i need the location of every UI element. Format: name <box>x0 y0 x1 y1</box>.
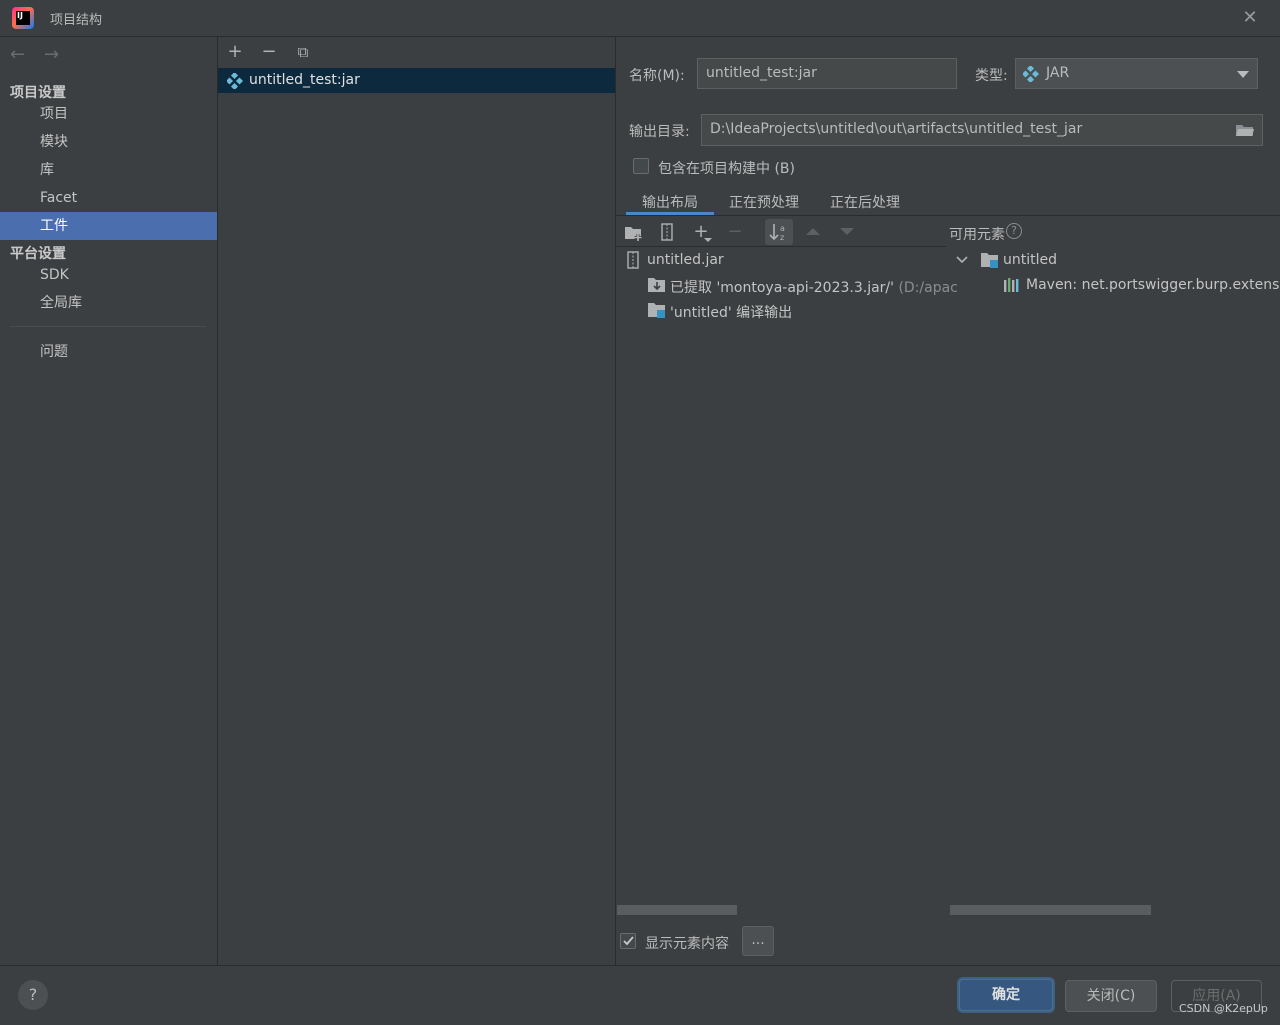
show-content-label: 显示元素内容 <box>645 936 729 952</box>
available-elements-label: 可用元素 <box>949 227 1005 243</box>
tabs-divider <box>616 215 1280 216</box>
output-dir-input[interactable]: D:\IdeaProjects\untitled\out\artifacts\u… <box>701 114 1263 146</box>
compile-output-entry[interactable]: 'untitled' 编译输出 <box>670 302 792 322</box>
tab-post-processing[interactable]: 正在后处理 <box>830 192 900 212</box>
sidebar-item-problems[interactable]: 问题 <box>0 338 217 366</box>
output-dir-label: 输出目录: <box>629 124 690 140</box>
module-output-folder-icon <box>648 303 665 318</box>
chevron-expand-icon[interactable] <box>955 254 969 266</box>
show-content-checkbox[interactable] <box>620 933 636 949</box>
close-window-icon[interactable]: ✕ <box>1238 6 1262 30</box>
jar-archive-icon <box>627 251 639 269</box>
tab-pre-processing[interactable]: 正在预处理 <box>729 192 799 212</box>
sidebar-item-facets[interactable]: Facet <box>0 184 217 212</box>
maven-library-entry[interactable]: Maven: net.portswigger.burp.extensio <box>1026 277 1280 293</box>
name-label: 名称(M): <box>629 68 685 84</box>
artifact-name: untitled_test:jar <box>249 72 360 88</box>
svg-text:a: a <box>780 224 785 233</box>
include-in-build-checkbox[interactable] <box>633 158 649 174</box>
tab-output-layout[interactable]: 输出布局 <box>642 192 698 212</box>
help-button[interactable]: ? <box>18 980 48 1010</box>
intellij-logo-icon: IJ <box>12 7 34 29</box>
name-input[interactable]: untitled_test:jar <box>697 58 957 89</box>
available-root-module[interactable]: untitled <box>1003 252 1057 268</box>
sort-elements-button[interactable]: a z <box>765 219 793 245</box>
chevron-down-icon[interactable] <box>1237 71 1249 78</box>
maven-library-icon <box>1004 278 1019 292</box>
watermark: CSDN @K2epUp <box>1179 1002 1268 1015</box>
sidebar-divider <box>10 326 206 327</box>
back-arrow-icon[interactable]: ← <box>10 44 25 65</box>
sidebar-item-libraries[interactable]: 库 <box>0 156 217 184</box>
title-bar <box>0 0 1280 37</box>
move-down-icon[interactable] <box>840 228 854 235</box>
type-select-value: JAR <box>1046 65 1070 81</box>
module-folder-icon <box>981 253 998 268</box>
sidebar-item-global-libraries[interactable]: 全局库 <box>0 289 217 317</box>
forward-arrow-icon[interactable]: → <box>44 44 59 65</box>
add-artifact-button[interactable]: + <box>224 41 246 63</box>
copy-artifact-button[interactable]: ⧉ <box>292 41 314 63</box>
sidebar-item-sdk[interactable]: SDK <box>0 261 217 289</box>
available-horizontal-scrollbar[interactable] <box>950 905 1151 915</box>
extracted-jar-label: 已提取 'montoya-api-2023.3.jar/' <box>670 280 894 296</box>
close-button[interactable]: 关闭(C) <box>1065 980 1157 1012</box>
layout-root-jar[interactable]: untitled.jar <box>647 252 724 268</box>
artifact-diamond-icon <box>227 73 243 89</box>
type-select[interactable]: JAR <box>1015 58 1258 89</box>
extracted-jar-path: (D:/apac <box>898 280 958 296</box>
more-options-button[interactable]: ... <box>742 926 774 956</box>
jar-type-icon <box>1023 66 1039 82</box>
artifact-list-panel <box>218 37 616 965</box>
sidebar-item-artifacts[interactable]: 工件 <box>0 212 217 240</box>
remove-element-icon[interactable]: − <box>724 221 746 243</box>
extracted-archive-icon <box>648 278 665 292</box>
archive-icon[interactable] <box>660 223 674 241</box>
move-up-icon[interactable] <box>806 228 820 235</box>
checkmark-icon <box>623 936 634 946</box>
help-circle-icon[interactable]: ? <box>1006 223 1022 239</box>
remove-artifact-button[interactable]: − <box>258 41 280 63</box>
layout-horizontal-scrollbar[interactable] <box>617 905 737 915</box>
sidebar-item-modules[interactable]: 模块 <box>0 128 217 156</box>
create-directory-icon[interactable] <box>624 224 644 242</box>
sidebar-item-project[interactable]: 项目 <box>0 100 217 128</box>
include-in-build-label: 包含在项目构建中 (B) <box>658 161 795 177</box>
layout-toolbar-divider <box>616 246 946 247</box>
type-label: 类型: <box>975 68 1008 84</box>
platform-settings-header: 平台设置 <box>10 246 66 262</box>
ok-button[interactable]: 确定 <box>959 979 1053 1011</box>
folder-browse-icon[interactable] <box>1235 122 1255 138</box>
sort-az-icon: a z <box>769 224 785 242</box>
window-title: 项目结构 <box>50 13 103 28</box>
svg-text:z: z <box>780 233 784 242</box>
add-dropdown-caret-icon[interactable] <box>704 238 712 242</box>
project-settings-header: 项目设置 <box>10 85 66 101</box>
extracted-jar-entry[interactable]: 已提取 'montoya-api-2023.3.jar/' (D:/apac <box>670 277 958 297</box>
